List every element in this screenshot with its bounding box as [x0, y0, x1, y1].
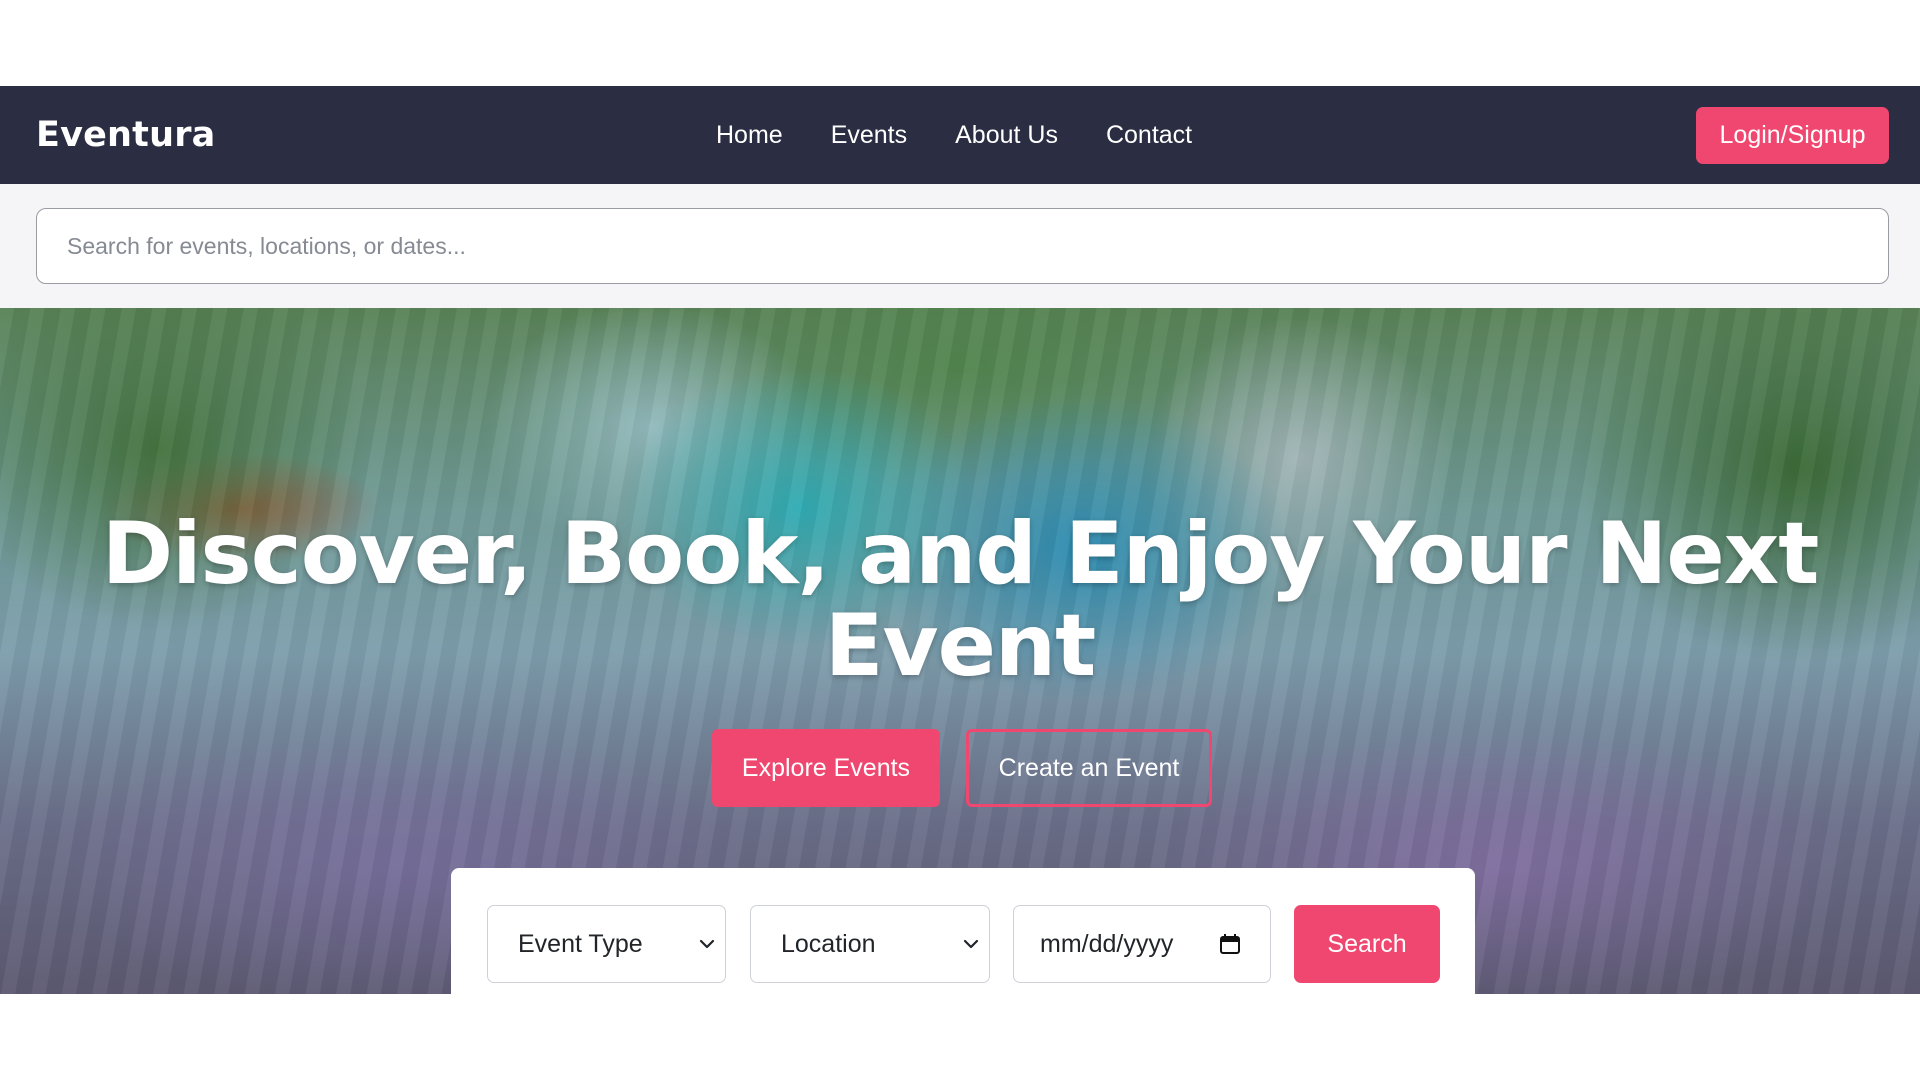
date-placeholder: mm/dd/yyyy	[1040, 929, 1174, 958]
navbar: Eventura Home Events About Us Contact Lo…	[0, 86, 1920, 184]
page: Eventura Home Events About Us Contact Lo…	[0, 0, 1920, 1080]
location-selected-value: Location	[781, 929, 876, 958]
event-type-select[interactable]: Event Type	[487, 905, 726, 983]
search-button[interactable]: Search	[1294, 905, 1440, 983]
hero-title: Discover, Book, and Enjoy Your Next Even…	[101, 504, 1820, 696]
create-event-button[interactable]: Create an Event	[966, 729, 1212, 807]
date-input[interactable]: mm/dd/yyyy	[1013, 905, 1271, 983]
nav-link-about-us[interactable]: About Us	[955, 121, 1058, 150]
location-select[interactable]: Location	[750, 905, 990, 983]
nav-links: Home Events About Us Contact	[716, 86, 1240, 184]
nav-link-home[interactable]: Home	[716, 121, 783, 150]
nav-link-events[interactable]: Events	[831, 121, 907, 150]
login-signup-button[interactable]: Login/Signup	[1696, 107, 1889, 164]
event-type-selected-value: Event Type	[518, 929, 643, 958]
nav-link-contact[interactable]: Contact	[1106, 121, 1192, 150]
brand-logo[interactable]: Eventura	[36, 86, 216, 184]
chevron-down-icon	[963, 939, 979, 949]
event-filter-panel: Event Type Location mm/dd/yyyy Search	[451, 868, 1475, 994]
search-input[interactable]	[36, 208, 1889, 284]
chevron-down-icon	[699, 939, 715, 949]
search-bar-section	[0, 184, 1920, 308]
calendar-icon[interactable]	[1218, 932, 1242, 956]
explore-events-button[interactable]: Explore Events	[712, 729, 940, 807]
